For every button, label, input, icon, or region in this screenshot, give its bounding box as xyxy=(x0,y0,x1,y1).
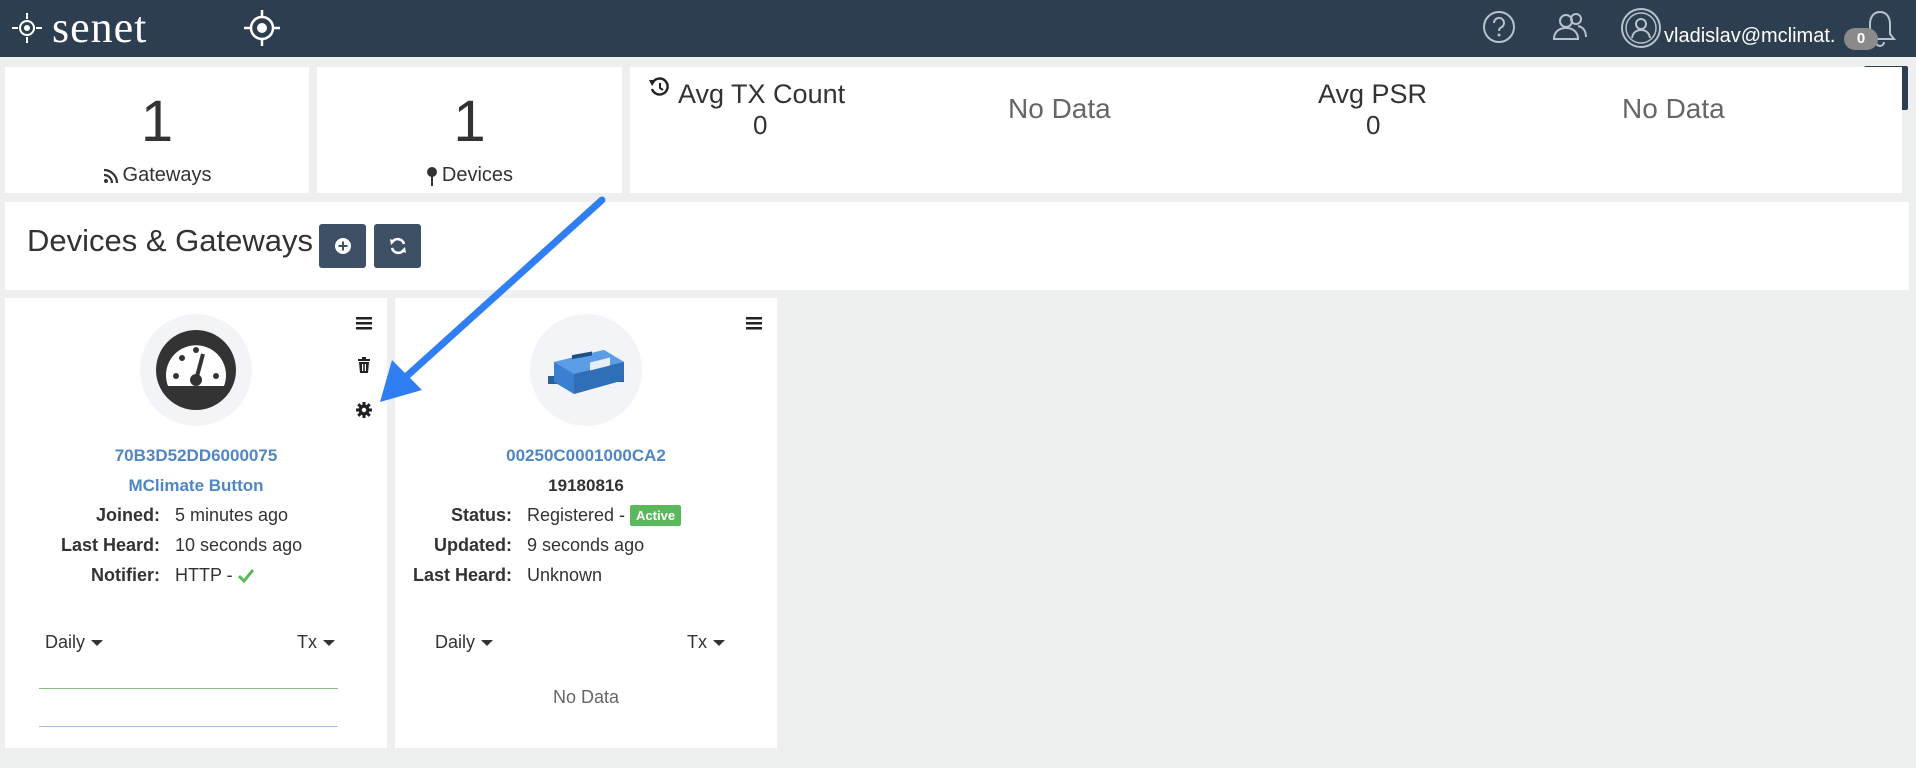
caret-down-icon xyxy=(91,639,104,646)
help-icon[interactable] xyxy=(1481,9,1517,45)
field-label: Notifier: xyxy=(91,565,160,585)
add-device-button[interactable] xyxy=(319,224,366,268)
last-heard-value: 10 seconds ago xyxy=(175,535,303,555)
chart-line-blue xyxy=(39,726,338,727)
devices-stat-card[interactable]: 1 Devices xyxy=(317,67,622,193)
field-value: 5 minutes ago xyxy=(175,505,288,526)
page-title: Devices & Gateways xyxy=(27,223,313,258)
gateway-card[interactable]: 00250C0001000CA2 19180816 Status: Regist… xyxy=(395,298,777,748)
device-notifier-row: Notifier: HTTP - xyxy=(5,565,254,586)
field-value: Unknown xyxy=(527,565,602,586)
gear-icon xyxy=(356,402,372,418)
field-label: Status: xyxy=(450,505,512,525)
devices-label-row: Devices xyxy=(317,164,622,187)
device-name-link[interactable]: MClimate Button xyxy=(5,476,387,496)
field-value: 9 seconds ago xyxy=(527,535,644,556)
period-dropdown[interactable]: Daily xyxy=(45,632,104,653)
device-settings-button[interactable] xyxy=(353,399,375,421)
gateway-avatar xyxy=(530,314,642,426)
device-eui-link[interactable]: 70B3D52DD6000075 xyxy=(5,446,387,466)
device-joined-row: Joined: 5 minutes ago xyxy=(5,505,288,526)
users-icon[interactable] xyxy=(1551,9,1589,45)
top-navbar: senet vladislav@mclimat... 0 xyxy=(0,0,1916,57)
metric-dropdown[interactable]: Tx xyxy=(297,632,335,653)
target-icon[interactable] xyxy=(242,8,282,48)
caret-down-icon xyxy=(323,639,335,646)
devices-gateways-section: Devices & Gateways xyxy=(5,202,1909,290)
gateway-device-icon xyxy=(548,350,624,394)
refresh-button[interactable] xyxy=(374,224,421,268)
period-dropdown[interactable]: Daily xyxy=(435,632,494,653)
device-last-heard-row: Last Heard: 10 seconds ago xyxy=(5,535,302,556)
notifier-value: HTTP - xyxy=(175,565,233,585)
gateways-count: 1 xyxy=(140,89,174,154)
chart-nodata: No Data xyxy=(552,687,620,707)
device-avatar xyxy=(140,314,252,426)
field-value: Registered - Active xyxy=(527,505,682,526)
period-value: Daily xyxy=(435,632,476,652)
avg-psr-chart-nodata: No Data xyxy=(1622,93,1725,124)
avg-psr-value: 0 xyxy=(1366,110,1381,140)
chart-line-green xyxy=(39,688,338,689)
delete-device-button[interactable] xyxy=(353,354,375,376)
gateways-stat-card[interactable]: 1 Gateways xyxy=(5,67,309,193)
rss-icon xyxy=(103,168,118,183)
refresh-icon xyxy=(389,237,406,255)
map-pin-icon xyxy=(426,166,437,186)
user-avatar-icon[interactable] xyxy=(1620,7,1662,49)
metrics-card: Avg TX Count 0 No Data Avg PSR 0 No Data xyxy=(630,67,1902,193)
metric-value: Tx xyxy=(687,632,707,652)
gateway-updated-row: Updated: 9 seconds ago xyxy=(395,535,644,556)
gateway-eui-link[interactable]: 00250C0001000CA2 xyxy=(395,446,777,466)
devices-label: Devices xyxy=(441,164,514,186)
avg-tx-value: 0 xyxy=(753,110,768,140)
brand[interactable]: senet xyxy=(10,4,147,52)
field-label: Last Heard: xyxy=(60,535,160,555)
status-value: Registered - xyxy=(527,505,626,525)
device-card[interactable]: 70B3D52DD6000075 MClimate Button Joined:… xyxy=(5,298,387,748)
menu-icon[interactable] xyxy=(353,312,375,334)
brand-name: senet xyxy=(52,3,148,52)
period-value: Daily xyxy=(45,632,86,652)
devices-count: 1 xyxy=(453,89,486,154)
caret-down-icon xyxy=(481,639,494,646)
last-heard-value: Unknown xyxy=(527,565,603,585)
status-badge: Active xyxy=(630,505,682,526)
gateways-label: Gateways xyxy=(122,164,212,186)
brand-logo-icon xyxy=(12,13,42,43)
menu-icon[interactable] xyxy=(743,312,765,334)
updated-value: 9 seconds ago xyxy=(527,535,645,555)
gateway-status-row: Status: Registered - Active xyxy=(395,505,682,526)
dashboard-gauge-icon xyxy=(156,330,236,410)
check-icon xyxy=(237,568,254,583)
trash-icon xyxy=(358,357,370,373)
avg-tx-chart-nodata: No Data xyxy=(1008,93,1111,124)
gateways-label-row: Gateways xyxy=(5,164,309,187)
field-label: Joined: xyxy=(95,505,160,525)
plus-circle-icon xyxy=(334,238,351,254)
metric-value: Tx xyxy=(297,632,317,652)
gateway-last-heard-row: Last Heard: Unknown xyxy=(395,565,602,586)
notification-count-badge[interactable]: 0 xyxy=(1844,28,1878,50)
gateway-name: 19180816 xyxy=(548,476,624,495)
joined-value: 5 minutes ago xyxy=(175,505,289,525)
avg-psr-label: Avg PSR xyxy=(1318,79,1428,109)
caret-down-icon xyxy=(713,639,725,646)
metric-dropdown[interactable]: Tx xyxy=(687,632,725,653)
avg-tx-label: Avg TX Count xyxy=(678,79,846,109)
user-email[interactable]: vladislav@mclimat... xyxy=(1664,25,1836,48)
field-value: HTTP - xyxy=(175,565,254,586)
history-icon[interactable] xyxy=(648,76,670,98)
field-label: Updated: xyxy=(434,535,512,555)
field-label: Last Heard: xyxy=(412,565,512,585)
field-value: 10 seconds ago xyxy=(175,535,302,556)
